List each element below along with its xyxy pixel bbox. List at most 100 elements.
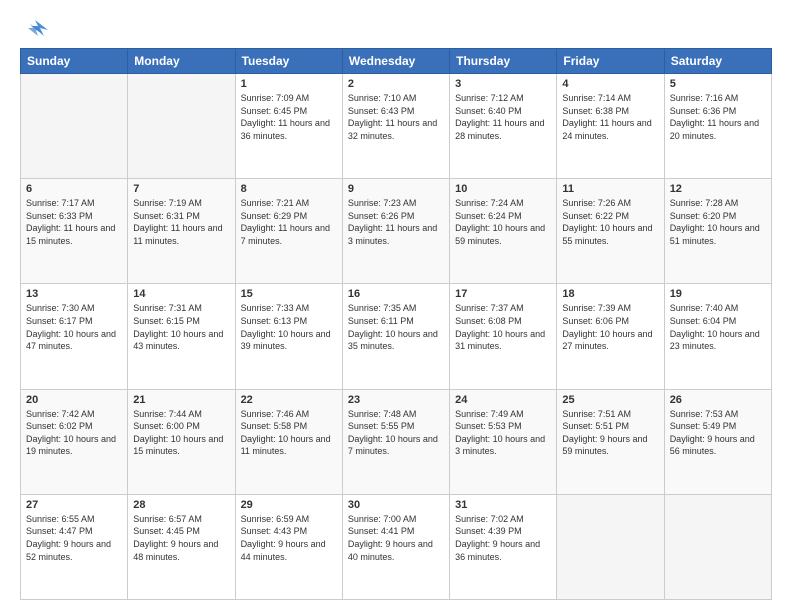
table-row: 17 Sunrise: 7:37 AM Sunset: 6:08 PM Dayli… — [450, 284, 557, 389]
table-row: 31Sunrise: 7:02 AM Sunset: 4:39 PM Dayli… — [450, 494, 557, 599]
day-number: 26 — [670, 394, 766, 406]
table-row: 26Sunrise: 7:53 AM Sunset: 5:49 PM Dayli… — [664, 389, 771, 494]
day-info: Sunrise: 6:57 AM Sunset: 4:45 PM Dayligh… — [133, 513, 229, 563]
day-info: Sunrise: 7:37 AM Sunset: 6:08 PM Dayligh… — [455, 302, 551, 352]
day-number: 6 — [26, 183, 122, 195]
day-header-friday: Friday — [557, 49, 664, 74]
table-row: 30 Sunrise: 7:00 AM Sunset: 4:41 PM Dayli… — [342, 494, 449, 599]
logo-icon — [20, 16, 50, 40]
day-number: 21 — [133, 394, 229, 406]
table-row: 23 Sunrise: 7:48 AM Sunset: 5:55 PM Dayli… — [342, 389, 449, 494]
table-row: 20 Sunrise: 7:42 AM Sunset: 6:02 PM Dayli… — [21, 389, 128, 494]
table-row: 27 Sunrise: 6:55 AM Sunset: 4:47 PM Dayli… — [21, 494, 128, 599]
header — [20, 16, 772, 40]
day-info: Sunrise: 7:31 AM Sunset: 6:15 PM Dayligh… — [133, 302, 229, 352]
day-info: Sunrise: 7:51 AM Sunset: 5:51 PM Dayligh… — [562, 408, 658, 458]
day-number: 30 — [348, 499, 444, 511]
day-number: 9 — [348, 183, 444, 195]
day-info: Sunrise: 6:55 AM Sunset: 4:47 PM Dayligh… — [26, 513, 122, 563]
day-info: Sunrise: 7:10 AM Sunset: 6:43 PM Dayligh… — [348, 92, 444, 142]
day-info: Sunrise: 7:24 AM Sunset: 6:24 PM Dayligh… — [455, 197, 551, 247]
calendar-week-5: 27 Sunrise: 6:55 AM Sunset: 4:47 PM Dayli… — [21, 494, 772, 599]
calendar-table: SundayMondayTuesdayWednesdayThursdayFrid… — [20, 48, 772, 600]
day-header-tuesday: Tuesday — [235, 49, 342, 74]
day-info: Sunrise: 7:00 AM Sunset: 4:41 PM Dayligh… — [348, 513, 444, 563]
day-info: Sunrise: 7:39 AM Sunset: 6:06 PM Dayligh… — [562, 302, 658, 352]
day-info: Sunrise: 7:14 AM Sunset: 6:38 PM Dayligh… — [562, 92, 658, 142]
table-row: 28 Sunrise: 6:57 AM Sunset: 4:45 PM Dayli… — [128, 494, 235, 599]
day-number: 7 — [133, 183, 229, 195]
day-header-monday: Monday — [128, 49, 235, 74]
table-row: 16Sunrise: 7:35 AM Sunset: 6:11 PM Dayli… — [342, 284, 449, 389]
table-row: 6 Sunrise: 7:17 AM Sunset: 6:33 PM Daylig… — [21, 179, 128, 284]
day-number: 5 — [670, 78, 766, 90]
day-info: Sunrise: 7:49 AM Sunset: 5:53 PM Dayligh… — [455, 408, 551, 458]
day-number: 15 — [241, 288, 337, 300]
day-info: Sunrise: 7:40 AM Sunset: 6:04 PM Dayligh… — [670, 302, 766, 352]
day-number: 11 — [562, 183, 658, 195]
table-row — [664, 494, 771, 599]
day-number: 4 — [562, 78, 658, 90]
calendar-week-1: 1Sunrise: 7:09 AM Sunset: 6:45 PM Daylig… — [21, 74, 772, 179]
table-row — [21, 74, 128, 179]
day-number: 22 — [241, 394, 337, 406]
day-info: Sunrise: 7:33 AM Sunset: 6:13 PM Dayligh… — [241, 302, 337, 352]
table-row: 13 Sunrise: 7:30 AM Sunset: 6:17 PM Dayli… — [21, 284, 128, 389]
day-info: Sunrise: 7:30 AM Sunset: 6:17 PM Dayligh… — [26, 302, 122, 352]
day-number: 25 — [562, 394, 658, 406]
day-info: Sunrise: 7:26 AM Sunset: 6:22 PM Dayligh… — [562, 197, 658, 247]
day-number: 13 — [26, 288, 122, 300]
table-row: 4 Sunrise: 7:14 AM Sunset: 6:38 PM Daylig… — [557, 74, 664, 179]
table-row: 14 Sunrise: 7:31 AM Sunset: 6:15 PM Dayli… — [128, 284, 235, 389]
day-number: 29 — [241, 499, 337, 511]
day-number: 17 — [455, 288, 551, 300]
day-number: 14 — [133, 288, 229, 300]
calendar-week-2: 6 Sunrise: 7:17 AM Sunset: 6:33 PM Daylig… — [21, 179, 772, 284]
day-header-saturday: Saturday — [664, 49, 771, 74]
table-row — [557, 494, 664, 599]
day-info: Sunrise: 7:46 AM Sunset: 5:58 PM Dayligh… — [241, 408, 337, 458]
day-info: Sunrise: 7:12 AM Sunset: 6:40 PM Dayligh… — [455, 92, 551, 142]
table-row: 18 Sunrise: 7:39 AM Sunset: 6:06 PM Dayli… — [557, 284, 664, 389]
day-info: Sunrise: 7:21 AM Sunset: 6:29 PM Dayligh… — [241, 197, 337, 247]
day-info: Sunrise: 6:59 AM Sunset: 4:43 PM Dayligh… — [241, 513, 337, 563]
table-row: 2 Sunrise: 7:10 AM Sunset: 6:43 PM Daylig… — [342, 74, 449, 179]
day-info: Sunrise: 7:28 AM Sunset: 6:20 PM Dayligh… — [670, 197, 766, 247]
day-header-sunday: Sunday — [21, 49, 128, 74]
table-row: 25 Sunrise: 7:51 AM Sunset: 5:51 PM Dayli… — [557, 389, 664, 494]
day-number: 19 — [670, 288, 766, 300]
day-number: 10 — [455, 183, 551, 195]
table-row: 11 Sunrise: 7:26 AM Sunset: 6:22 PM Dayli… — [557, 179, 664, 284]
calendar-week-3: 13 Sunrise: 7:30 AM Sunset: 6:17 PM Dayli… — [21, 284, 772, 389]
calendar-header-row: SundayMondayTuesdayWednesdayThursdayFrid… — [21, 49, 772, 74]
logo — [20, 16, 54, 40]
day-info: Sunrise: 7:42 AM Sunset: 6:02 PM Dayligh… — [26, 408, 122, 458]
day-number: 2 — [348, 78, 444, 90]
day-info: Sunrise: 7:17 AM Sunset: 6:33 PM Dayligh… — [26, 197, 122, 247]
day-info: Sunrise: 7:19 AM Sunset: 6:31 PM Dayligh… — [133, 197, 229, 247]
table-row: 24 Sunrise: 7:49 AM Sunset: 5:53 PM Dayli… — [450, 389, 557, 494]
day-info: Sunrise: 7:23 AM Sunset: 6:26 PM Dayligh… — [348, 197, 444, 247]
day-number: 27 — [26, 499, 122, 511]
day-number: 24 — [455, 394, 551, 406]
table-row — [128, 74, 235, 179]
day-info: Sunrise: 7:48 AM Sunset: 5:55 PM Dayligh… — [348, 408, 444, 458]
day-number: 23 — [348, 394, 444, 406]
day-number: 31 — [455, 499, 551, 511]
day-number: 20 — [26, 394, 122, 406]
table-row: 8Sunrise: 7:21 AM Sunset: 6:29 PM Daylig… — [235, 179, 342, 284]
day-number: 28 — [133, 499, 229, 511]
table-row: 10 Sunrise: 7:24 AM Sunset: 6:24 PM Dayli… — [450, 179, 557, 284]
page: SundayMondayTuesdayWednesdayThursdayFrid… — [0, 0, 792, 612]
table-row: 5 Sunrise: 7:16 AM Sunset: 6:36 PM Daylig… — [664, 74, 771, 179]
day-number: 16 — [348, 288, 444, 300]
table-row: 1Sunrise: 7:09 AM Sunset: 6:45 PM Daylig… — [235, 74, 342, 179]
day-number: 12 — [670, 183, 766, 195]
day-number: 18 — [562, 288, 658, 300]
day-number: 1 — [241, 78, 337, 90]
table-row: 9 Sunrise: 7:23 AM Sunset: 6:26 PM Daylig… — [342, 179, 449, 284]
table-row: 7 Sunrise: 7:19 AM Sunset: 6:31 PM Daylig… — [128, 179, 235, 284]
day-info: Sunrise: 7:16 AM Sunset: 6:36 PM Dayligh… — [670, 92, 766, 142]
table-row: 21Sunrise: 7:44 AM Sunset: 6:00 PM Dayli… — [128, 389, 235, 494]
table-row: 15 Sunrise: 7:33 AM Sunset: 6:13 PM Dayli… — [235, 284, 342, 389]
